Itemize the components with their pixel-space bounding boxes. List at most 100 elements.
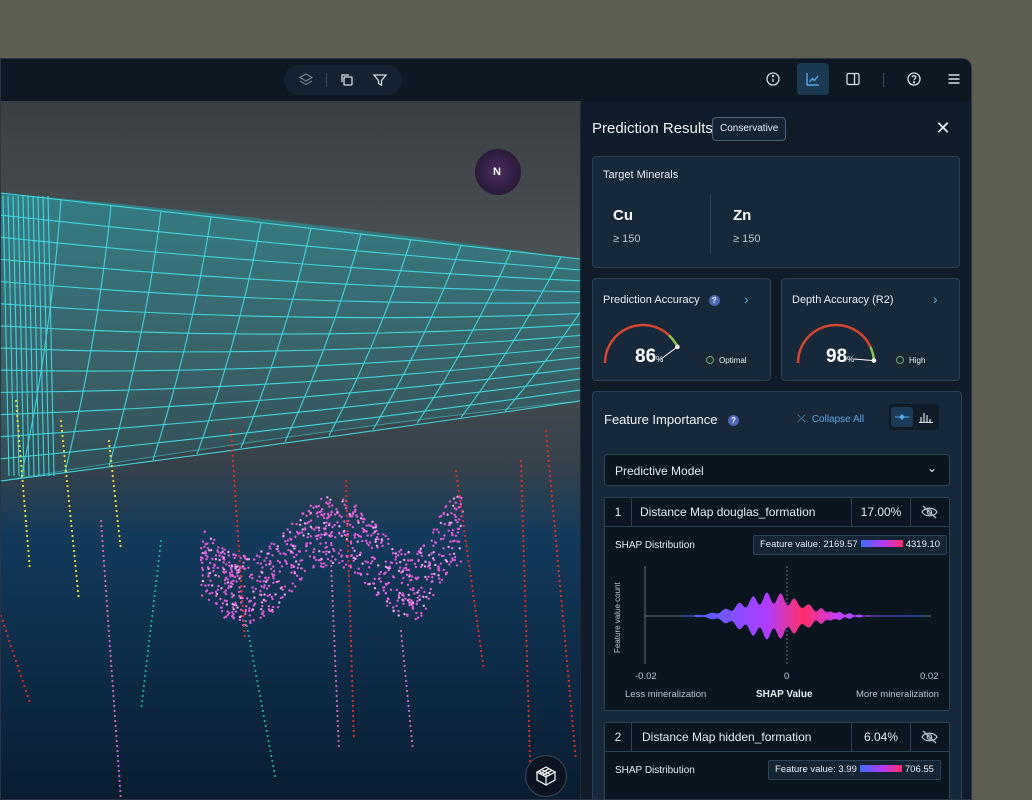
point	[305, 549, 308, 552]
point	[73, 554, 76, 558]
compass-icon[interactable]: N	[475, 149, 521, 195]
point	[112, 479, 115, 483]
chart-icon[interactable]	[797, 63, 829, 95]
layers-icon[interactable]	[295, 69, 317, 91]
point	[116, 519, 119, 523]
point	[552, 509, 555, 513]
point	[75, 574, 78, 578]
chevron-down-icon: ⌄	[926, 461, 937, 475]
point	[19, 454, 22, 458]
point	[149, 624, 153, 628]
collapse-all-button[interactable]: ⤫ Collapse All	[797, 413, 864, 426]
point	[521, 509, 524, 513]
point	[239, 579, 243, 583]
filter-icon[interactable]	[369, 69, 391, 91]
point	[227, 554, 230, 557]
depth-accuracy-card[interactable]: Depth Accuracy (R2) › 98% High	[781, 278, 960, 381]
point	[403, 612, 406, 616]
point	[549, 474, 552, 478]
point	[102, 554, 105, 558]
point	[345, 509, 348, 513]
point	[424, 575, 427, 579]
point	[264, 724, 267, 728]
point	[331, 599, 334, 603]
point	[391, 552, 395, 555]
prediction-accuracy-card[interactable]: Prediction Accuracy ? › 86% Optimal	[592, 278, 771, 381]
point	[227, 586, 230, 590]
point	[24, 519, 27, 523]
point	[271, 572, 274, 576]
point	[370, 556, 373, 559]
point	[348, 589, 351, 593]
feature-header[interactable]: 2 Distance Map hidden_formation 6.04%	[605, 723, 949, 752]
mineral-threshold: ≥ 150	[613, 233, 641, 245]
point	[559, 584, 562, 588]
point	[325, 550, 328, 553]
point	[449, 560, 453, 563]
point	[101, 534, 104, 538]
point	[153, 594, 156, 598]
point	[461, 514, 464, 518]
point	[425, 595, 428, 599]
point	[146, 654, 149, 658]
point	[340, 534, 343, 538]
color-gradient	[860, 540, 903, 547]
chevron-right-icon[interactable]: ›	[933, 291, 938, 307]
point	[521, 519, 524, 523]
point	[410, 559, 414, 562]
menu-icon[interactable]	[943, 68, 965, 90]
point	[316, 515, 319, 518]
point	[245, 624, 248, 628]
point	[26, 694, 29, 698]
help-icon[interactable]	[903, 68, 925, 90]
point	[246, 629, 249, 633]
point	[259, 562, 263, 565]
point	[234, 499, 237, 503]
point	[271, 554, 274, 557]
feature-header[interactable]: 1 Distance Map douglas_formation 17.00%	[605, 498, 949, 527]
help-icon[interactable]: ?	[728, 415, 740, 426]
info-icon[interactable]	[762, 68, 784, 90]
copy-icon[interactable]	[336, 69, 358, 91]
point	[293, 572, 296, 575]
hide-eye-icon[interactable]	[909, 723, 949, 751]
hide-eye-icon[interactable]	[909, 498, 949, 526]
point	[239, 569, 242, 573]
point	[101, 539, 104, 543]
close-icon[interactable]: ✕	[934, 119, 952, 137]
target-minerals-title: Target Minerals	[603, 169, 679, 181]
point	[21, 479, 24, 483]
point	[411, 607, 415, 610]
distribution-view-icon[interactable]	[891, 407, 913, 427]
view-cube-button[interactable]	[525, 755, 567, 797]
point	[214, 602, 218, 605]
sidebar-icon[interactable]	[842, 68, 864, 90]
point	[147, 649, 150, 653]
point	[61, 434, 64, 438]
chevron-right-icon[interactable]: ›	[744, 291, 749, 307]
point	[221, 602, 225, 605]
point	[452, 504, 455, 507]
point	[243, 555, 246, 558]
point	[333, 523, 336, 527]
point	[442, 547, 445, 550]
feature-importance-card: Feature Importance ? ⤫ Collapse All Predi…	[592, 391, 962, 799]
prediction-accuracy-label: Prediction Accuracy	[603, 294, 700, 306]
point	[232, 474, 236, 478]
point	[442, 537, 445, 540]
point	[331, 604, 334, 608]
point	[349, 540, 353, 543]
point	[349, 566, 353, 569]
point	[392, 606, 395, 609]
point	[370, 546, 374, 550]
help-icon[interactable]: ?	[708, 295, 720, 306]
model-select[interactable]: Predictive Model ⌄	[604, 454, 950, 486]
point	[476, 624, 479, 628]
point	[438, 581, 442, 584]
3d-viewport[interactable]: N	[1, 101, 580, 799]
bar-view-icon[interactable]	[915, 407, 937, 427]
point	[374, 523, 377, 526]
point	[526, 689, 530, 693]
point	[234, 494, 237, 498]
point	[295, 530, 299, 534]
